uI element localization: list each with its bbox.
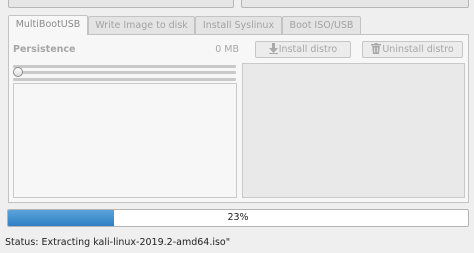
status-text: Status: Extracting kali-linux-2019.2-amd… (5, 237, 231, 248)
progress-bar: 23% (7, 209, 469, 227)
persistence-slider-track[interactable] (13, 71, 236, 74)
trash-icon (371, 43, 382, 54)
uninstall-distro-label: Uninstall distro (382, 44, 454, 55)
persistence-slider-track-bottom (13, 78, 236, 81)
download-arrow-icon (268, 43, 278, 54)
multibootusb-panel: Persistence 0 MB Install distro Uninstal… (8, 34, 469, 203)
distro-list[interactable] (13, 83, 237, 198)
persistence-label: Persistence (13, 44, 76, 55)
persistence-size: 0 MB (215, 44, 239, 55)
persistence-slider-handle[interactable] (13, 67, 23, 77)
install-distro-label: Install distro (278, 44, 338, 55)
top-button-right[interactable] (241, 0, 469, 8)
distro-info-box (242, 63, 465, 198)
tab-multibootusb[interactable]: MultiBootUSB (8, 15, 88, 35)
install-distro-button[interactable]: Install distro (255, 41, 351, 58)
tab-boot-iso-usb[interactable]: Boot ISO/USB (282, 16, 361, 34)
persistence-slider-track-top (13, 65, 236, 68)
tab-write-image[interactable]: Write Image to disk (88, 16, 195, 34)
uninstall-distro-button[interactable]: Uninstall distro (362, 41, 463, 58)
top-button-left[interactable] (8, 0, 234, 8)
progress-percent: 23% (227, 212, 249, 223)
tab-install-syslinux[interactable]: Install Syslinux (195, 16, 282, 34)
